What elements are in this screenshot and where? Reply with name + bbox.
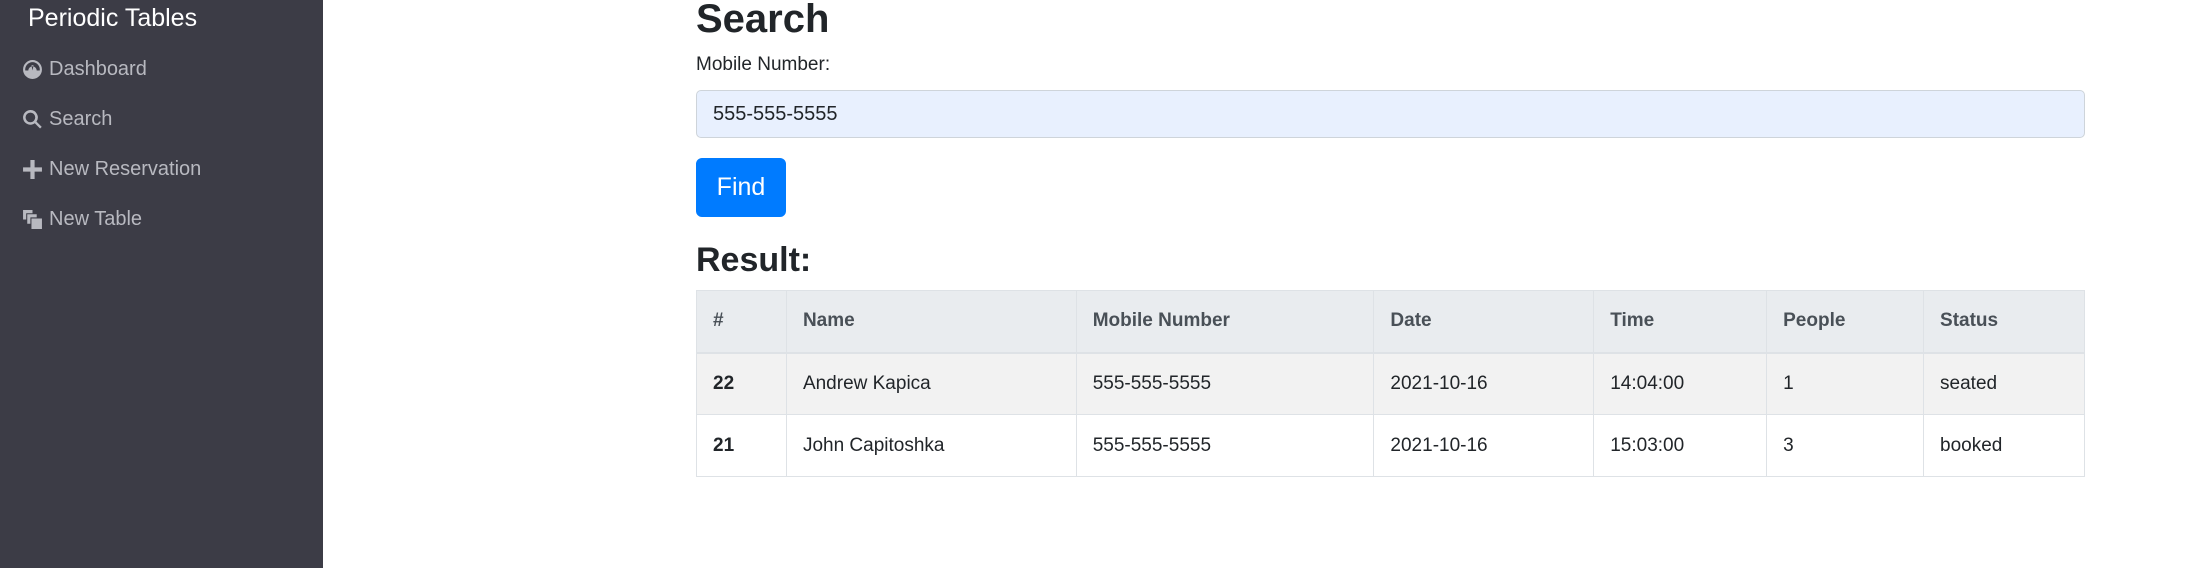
cell-people: 3 [1766,414,1925,477]
cell-time: 14:04:00 [1593,352,1768,415]
cell-date: 2021-10-16 [1373,352,1595,415]
sidebar-item-label: Search [49,107,113,130]
sidebar-item-label: New Table [49,207,143,230]
cell-mobile: 555-555-5555 [1075,352,1375,415]
cell-id: 22 [696,352,787,415]
mobile-number-label: Mobile Number: [696,54,831,75]
column-header-people: People [1766,290,1925,354]
sidebar-item-label: New Reservation [49,157,202,180]
cell-name: Andrew Kapica [785,352,1077,415]
cell-people: 1 [1766,352,1925,415]
cell-status: booked [1923,414,2085,477]
cell-mobile: 555-555-5555 [1075,414,1375,477]
column-header-name: Name [785,290,1077,354]
cell-date: 2021-10-16 [1373,414,1595,477]
sidebar-item-new-table[interactable]: New Table [22,204,142,234]
table-row: 22 Andrew Kapica 555-555-5555 2021-10-16… [696,352,2085,415]
layers-icon [23,209,42,229]
column-header-mobile: Mobile Number [1075,290,1375,354]
table-header-row: # Name Mobile Number Date Time People St… [696,290,2085,354]
mobile-number-input[interactable] [696,90,2085,138]
column-header-time: Time [1593,290,1768,354]
results-table: # Name Mobile Number Date Time People St… [696,290,2085,477]
sidebar-item-new-reservation[interactable]: New Reservation [22,154,201,184]
page-title: Search [696,0,830,41]
sidebar-item-label: Dashboard [49,57,147,80]
plus-icon [23,159,42,179]
column-header-date: Date [1373,290,1595,354]
cell-id: 21 [696,414,787,477]
cell-name: John Capitoshka [785,414,1077,477]
column-header-number: # [696,290,787,354]
cell-status: seated [1923,352,2085,415]
column-header-status: Status [1923,290,2085,354]
table-row: 21 John Capitoshka 555-555-5555 2021-10-… [696,414,2085,477]
sidebar: Periodic Tables Dashboard Search New Res… [0,0,323,568]
sidebar-item-dashboard[interactable]: Dashboard [22,54,147,84]
search-icon [23,109,42,129]
find-button[interactable]: Find [696,158,786,217]
brand-title[interactable]: Periodic Tables [28,2,197,34]
cell-time: 15:03:00 [1593,414,1768,477]
dashboard-icon [23,59,42,79]
result-title: Result: [696,241,812,279]
sidebar-item-search[interactable]: Search [22,104,112,134]
